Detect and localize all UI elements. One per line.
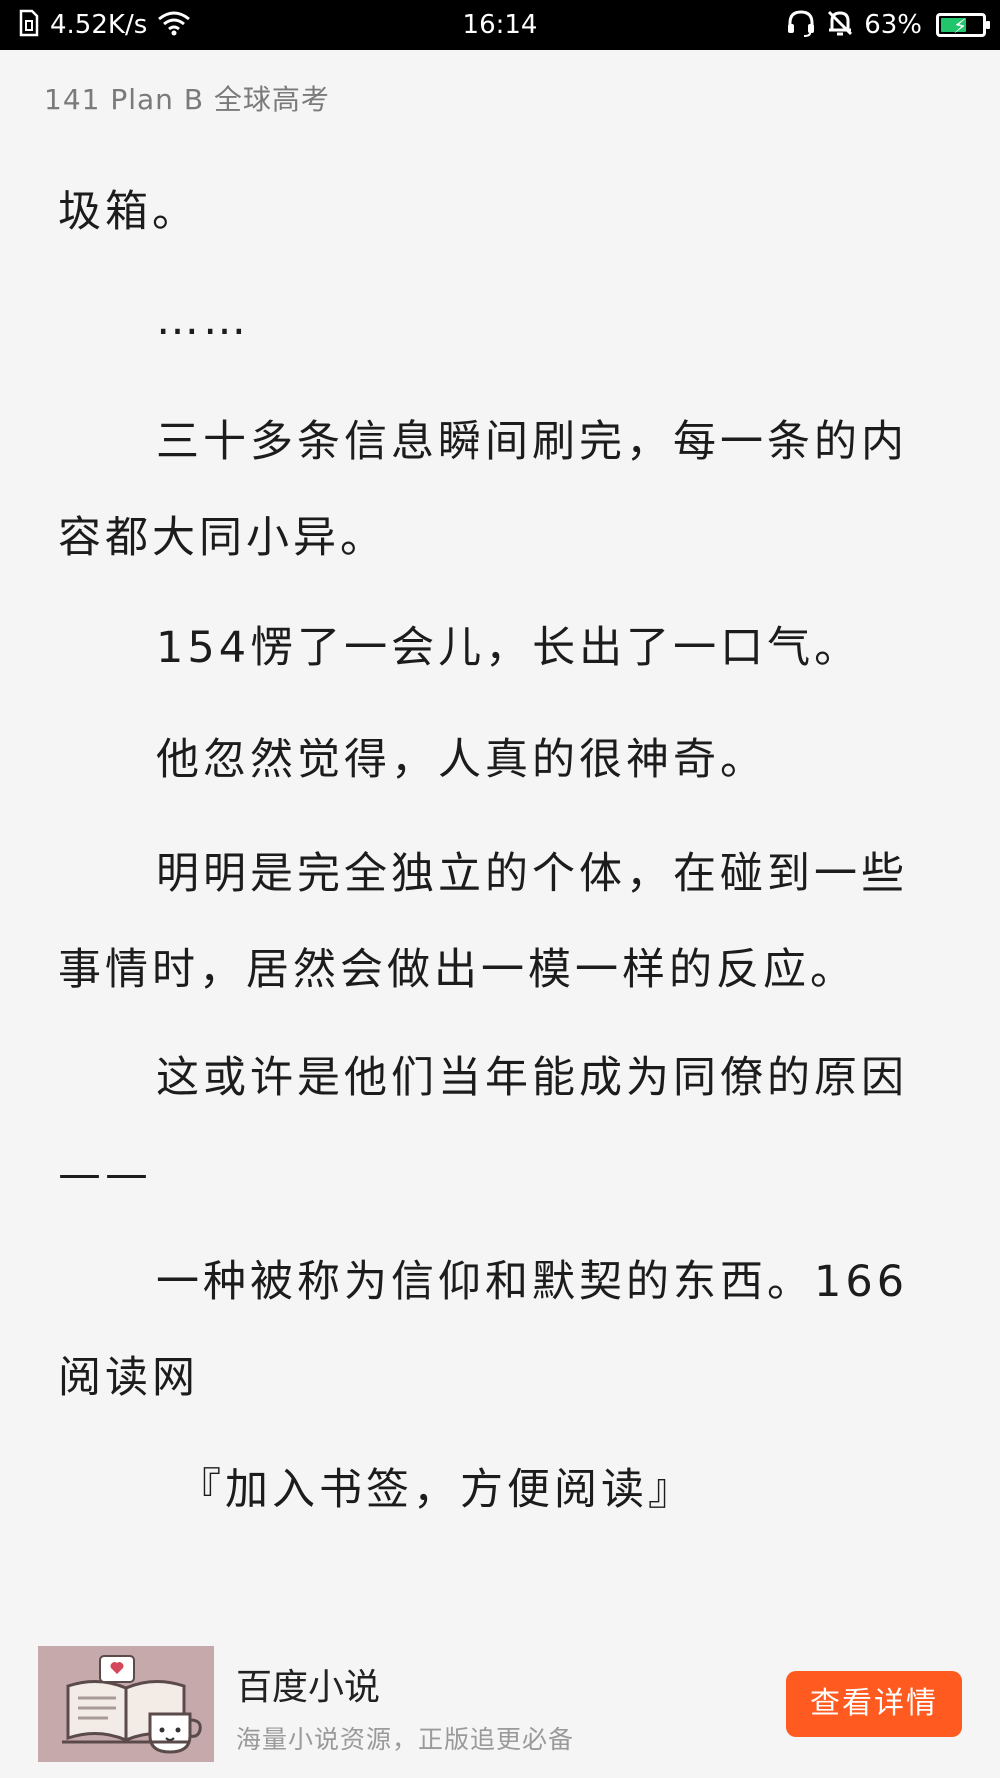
paragraph: 三十多条信息瞬间刷完，每一条的内容都大同小异。 bbox=[58, 417, 908, 563]
paragraph: 154愣了一会儿，长出了一口气。 bbox=[156, 623, 862, 673]
book-coffee-illustration bbox=[38, 1646, 214, 1762]
bookmark-hint[interactable]: 『加入书签，方便阅读』 bbox=[58, 1442, 948, 1538]
ad-thumbnail[interactable] bbox=[38, 1646, 214, 1762]
ad-subtitle: 海量小说资源，正版追更必备 bbox=[236, 1725, 575, 1754]
view-details-button[interactable]: 查看详情 bbox=[786, 1671, 962, 1737]
paragraph: 明明是完全独立的个体，在碰到一些事情时，居然会做出一模一样的反应。 bbox=[58, 849, 908, 995]
paragraph: 一种被称为信仰和默契的东西。166阅读网 bbox=[58, 1257, 909, 1403]
clock: 16:14 bbox=[462, 10, 538, 40]
chapter-title: 141 Plan B 全球高考 bbox=[44, 83, 330, 116]
battery-icon: ⚡ bbox=[936, 13, 990, 38]
ad-title[interactable]: 百度小说 bbox=[236, 1658, 380, 1710]
paragraph: 他忽然觉得，人真的很神奇。 bbox=[156, 735, 767, 785]
ad-banner[interactable]: 百度小说 海量小说资源，正版追更必备 查看详情 bbox=[0, 1630, 1000, 1778]
status-bar: 4.52K/s 16:14 63% ⚡ bbox=[0, 0, 1000, 50]
paragraph: …… bbox=[156, 295, 250, 345]
bell-muted-icon bbox=[826, 9, 854, 41]
status-right: 63% ⚡ bbox=[786, 8, 990, 42]
battery-percent: 63% bbox=[864, 10, 922, 40]
paragraph: 圾箱。 bbox=[58, 187, 199, 237]
headset-icon bbox=[786, 9, 816, 41]
charging-bolt-icon: ⚡ bbox=[953, 14, 968, 38]
paragraph: 这或许是他们当年能成为同僚的原因—— bbox=[58, 1053, 908, 1199]
